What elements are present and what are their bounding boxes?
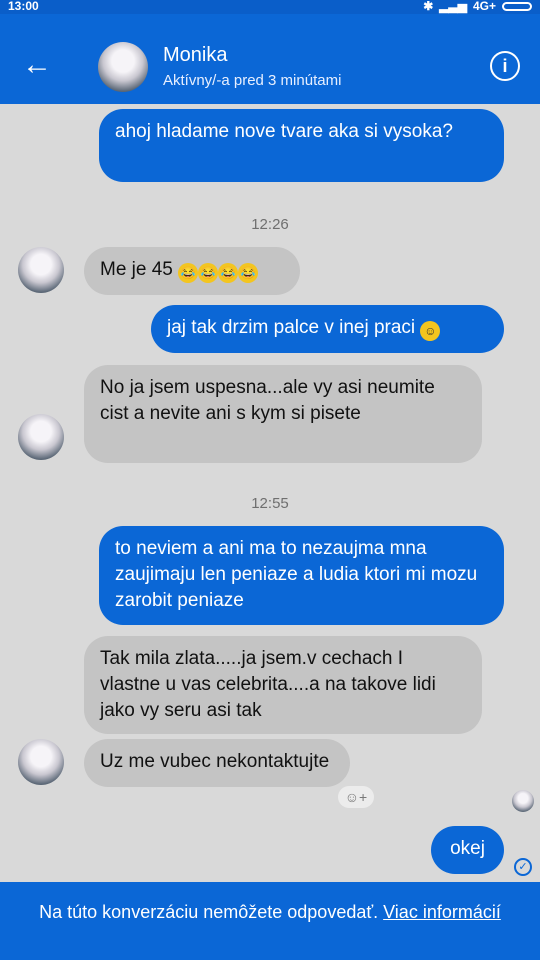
smiley-icon: ☺ (420, 321, 441, 341)
status-time: 13:00 (8, 0, 39, 13)
add-reaction-icon[interactable]: ☺+ (338, 786, 374, 808)
message-text: Me je 45 (100, 259, 173, 280)
seen-avatar (512, 790, 534, 812)
status-bar: 13:00 ✱ ▂▃▅ 4G+ (0, 0, 540, 14)
message-text: No ja jsem uspesna...ale vy asi neumite … (100, 377, 435, 424)
message-bubble-outgoing[interactable]: jaj tak drzim palce v inej praci ☺ (151, 305, 504, 353)
contact-status: Aktívny/-a pred 3 minútami (163, 72, 342, 89)
banner-text: Na túto konverzáciu nemôžete odpovedať. (39, 902, 379, 922)
network-label: 4G+ (472, 0, 496, 13)
message-bubble-outgoing[interactable]: ahoj hladame nove tvare aka si vysoka? (99, 109, 504, 182)
learn-more-link[interactable]: Viac informácií (383, 902, 501, 922)
message-text: Tak mila zlata.....ja jsem.v cechach I v… (100, 648, 436, 721)
status-icons: ✱ ▂▃▅ 4G+ (423, 0, 532, 13)
message-timestamp: 12:26 (251, 216, 289, 233)
contact-avatar-small[interactable] (18, 414, 64, 460)
message-bubble-incoming[interactable]: Tak mila zlata.....ja jsem.v cechach I v… (84, 636, 482, 734)
message-text: Uz me vubec nekontaktujte (100, 751, 330, 772)
info-icon[interactable]: i (490, 51, 520, 81)
message-bubble-incoming[interactable]: Me je 45 😂 😂 😂 😂 (84, 247, 300, 295)
contact-avatar-small[interactable] (18, 247, 64, 293)
message-bubble-incoming[interactable]: Uz me vubec nekontaktujte (84, 739, 350, 787)
contact-name[interactable]: Monika (163, 44, 227, 67)
battery-icon (502, 1, 532, 11)
contact-avatar[interactable] (98, 42, 148, 92)
message-text: jaj tak drzim palce v inej praci (167, 317, 416, 338)
message-text: okej (450, 838, 485, 859)
message-timestamp: 12:55 (251, 495, 289, 512)
seen-check-icon: ✓ (514, 858, 532, 876)
message-text: ahoj hladame nove tvare aka si vysoka? (115, 121, 453, 142)
message-text: to neviem a ani ma to nezaujma mna zauji… (115, 538, 478, 611)
reply-disabled-banner: Na túto konverzáciu nemôžete odpovedať. … (0, 882, 540, 960)
bluetooth-icon: ✱ (423, 0, 434, 13)
back-arrow-icon[interactable]: ← (22, 50, 52, 80)
message-bubble-outgoing[interactable]: to neviem a ani ma to nezaujma mna zauji… (99, 526, 504, 625)
signal-icon: ▂▃▅ (439, 0, 467, 13)
message-bubble-incoming[interactable]: No ja jsem uspesna...ale vy asi neumite … (84, 365, 482, 463)
message-bubble-outgoing[interactable]: okej (431, 826, 504, 874)
contact-avatar-small[interactable] (18, 739, 64, 785)
chat-header: ← Monika Aktívny/-a pred 3 minútami i (0, 14, 540, 104)
laughing-emoji-icon: 😂 😂 😂 😂 (178, 259, 259, 283)
